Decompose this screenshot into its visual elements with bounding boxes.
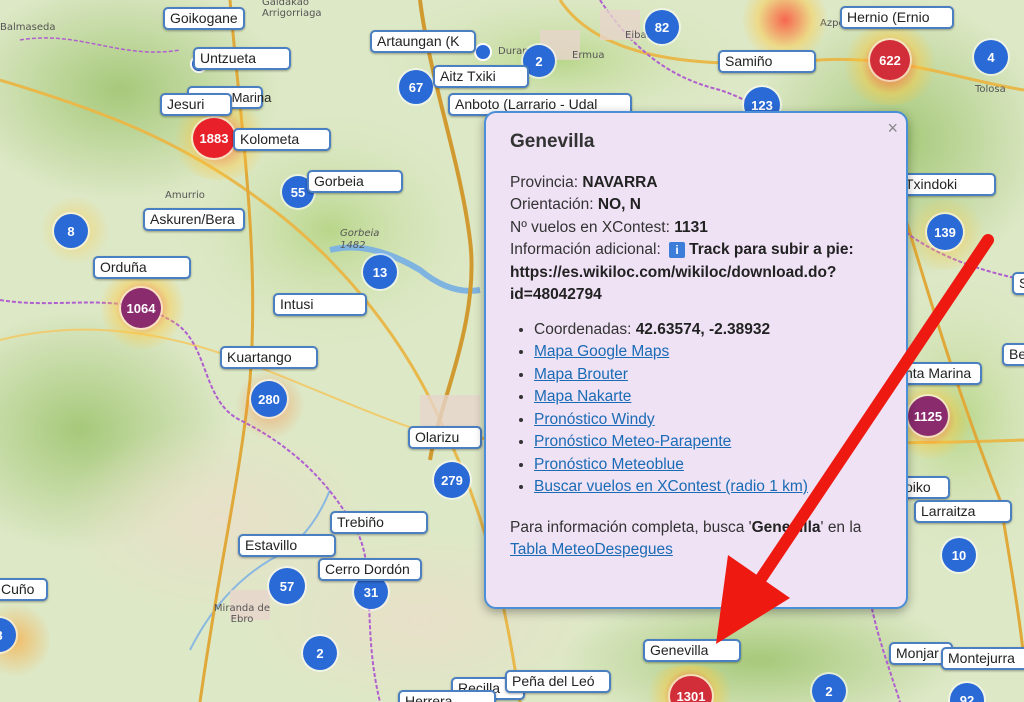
cluster-marker[interactable]: 1125: [908, 396, 948, 436]
site-label[interactable]: Orduña: [93, 256, 191, 279]
cluster-marker[interactable]: 2: [303, 636, 337, 670]
site-label[interactable]: Cuño: [0, 578, 48, 601]
place-arrigorriaga: Arrigorriaga: [262, 8, 322, 19]
cluster-marker[interactable]: 4: [974, 40, 1008, 74]
site-label[interactable]: Goikogane: [163, 7, 245, 30]
cluster-marker[interactable]: 1064: [121, 288, 161, 328]
site-label[interactable]: Olarizu: [408, 426, 482, 449]
close-icon[interactable]: ×: [887, 117, 898, 140]
orientacion-row: Orientación: NO, N: [510, 194, 892, 217]
place-miranda: Miranda de Ebro: [213, 603, 271, 625]
cluster-marker[interactable]: 139: [927, 214, 963, 250]
link-item: Mapa Google Maps: [534, 341, 892, 364]
place-tolosa: Tolosa: [975, 84, 1006, 95]
meteo-parapente-link[interactable]: Pronóstico Meteo-Parapente: [534, 433, 731, 450]
place-galdakao: Galdakao: [262, 0, 309, 8]
link-item: Mapa Nakarte: [534, 386, 892, 409]
cluster-marker[interactable]: 8: [54, 214, 88, 248]
popup-footer: Para información completa, busca 'Genevi…: [510, 517, 892, 562]
cluster-marker[interactable]: 279: [434, 462, 470, 498]
cluster-marker[interactable]: 67: [399, 70, 433, 104]
place-amurrio: Amurrio: [165, 190, 205, 201]
site-label[interactable]: Cerro Dordón: [318, 558, 422, 581]
cluster-marker[interactable]: 10: [942, 538, 976, 572]
place-gorbeia-alt: 1482: [340, 240, 366, 251]
link-item: Pronóstico Meteo-Parapente: [534, 431, 892, 454]
cluster-marker[interactable]: 280: [251, 381, 287, 417]
site-label[interactable]: Trebiño: [330, 511, 428, 534]
site-label[interactable]: Montejurra: [941, 647, 1024, 670]
site-label[interactable]: Artaungan (K: [370, 30, 476, 53]
xcontest-search-link[interactable]: Buscar vuelos en XContest (radio 1 km): [534, 478, 808, 495]
place-gorbeia: Gorbeia: [340, 228, 380, 239]
info-row: Información adicional: i Track para subir…: [510, 239, 892, 307]
cluster-marker[interactable]: 57: [269, 568, 305, 604]
site-label[interactable]: Estavillo: [238, 534, 336, 557]
info-label: Información adicional:: [510, 241, 666, 258]
coordinates-item: Coordenadas: 42.63574, -2.38932: [534, 319, 892, 342]
place-balmaseda: Balmaseda: [0, 22, 56, 33]
site-label-genevilla[interactable]: Genevilla: [643, 639, 741, 662]
site-info-popup: × Genevilla Provincia: NAVARRA Orientaci…: [484, 111, 908, 609]
provincia-row: Provincia: NAVARRA: [510, 172, 892, 195]
meteodespegues-table-link[interactable]: Tabla MeteoDespegues: [510, 541, 673, 558]
vuelos-label: Nº vuelos en XContest:: [510, 218, 675, 236]
site-label[interactable]: Untzueta: [193, 47, 291, 70]
footer-text: Para información completa, busca ': [510, 518, 752, 536]
brouter-link[interactable]: Mapa Brouter: [534, 366, 628, 383]
site-label[interactable]: Jesuri: [160, 93, 232, 116]
site-label[interactable]: Kuartango: [220, 346, 318, 369]
site-label[interactable]: Larraitza: [914, 500, 1012, 523]
site-label[interactable]: Askuren/Bera: [143, 208, 245, 231]
coord-value: 42.63574, -2.38932: [635, 320, 771, 338]
coord-label: Coordenadas:: [534, 320, 636, 338]
windy-link[interactable]: Pronóstico Windy: [534, 411, 655, 428]
google-maps-link[interactable]: Mapa Google Maps: [534, 343, 669, 360]
link-item: Pronóstico Meteoblue: [534, 454, 892, 477]
orientacion-value: NO, N: [597, 196, 641, 213]
cluster-marker[interactable]: 1883: [193, 118, 235, 158]
site-label[interactable]: nta Marina: [898, 362, 982, 385]
site-label[interactable]: Herrera: [398, 690, 496, 702]
provincia-label: Provincia:: [510, 173, 583, 191]
link-item: Mapa Brouter: [534, 364, 892, 387]
cluster-marker[interactable]: 622: [870, 40, 910, 80]
site-label[interactable]: S: [1012, 272, 1024, 295]
provincia-value: NAVARRA: [582, 173, 658, 191]
link-item: Buscar vuelos en XContest (radio 1 km): [534, 476, 892, 499]
site-label[interactable]: Kolometa: [233, 128, 331, 151]
site-label[interactable]: Intusi: [273, 293, 367, 316]
links-list: Coordenadas: 42.63574, -2.38932 Mapa Goo…: [510, 319, 892, 499]
vuelos-row: Nº vuelos en XContest: 1131: [510, 217, 892, 240]
cluster-marker[interactable]: 82: [645, 10, 679, 44]
site-label[interactable]: Be: [1002, 343, 1024, 366]
orientacion-label: Orientación:: [510, 196, 598, 213]
site-label[interactable]: Samiño: [718, 50, 816, 73]
footer-name: Genevilla: [751, 518, 821, 536]
link-item: Pronóstico Windy: [534, 409, 892, 432]
nakarte-link[interactable]: Mapa Nakarte: [534, 388, 631, 405]
site-label[interactable]: Aitz Txiki: [433, 65, 529, 88]
site-label[interactable]: Hernio (Ernio: [840, 6, 954, 29]
place-ermua: Ermua: [572, 50, 605, 61]
cluster-marker[interactable]: 13: [363, 255, 397, 289]
info-icon: i: [669, 242, 686, 258]
meteoblue-link[interactable]: Pronóstico Meteoblue: [534, 456, 684, 473]
site-label[interactable]: Txindoki: [898, 173, 996, 196]
site-label[interactable]: Gorbeia: [307, 170, 403, 193]
popup-title: Genevilla: [510, 131, 595, 152]
site-label[interactable]: Peña del Leó: [505, 670, 611, 693]
footer-text-mid: ' en la: [820, 518, 862, 536]
cluster-marker[interactable]: 2: [812, 674, 846, 702]
marker-dot[interactable]: [474, 43, 492, 61]
vuelos-value: 1131: [674, 218, 708, 236]
